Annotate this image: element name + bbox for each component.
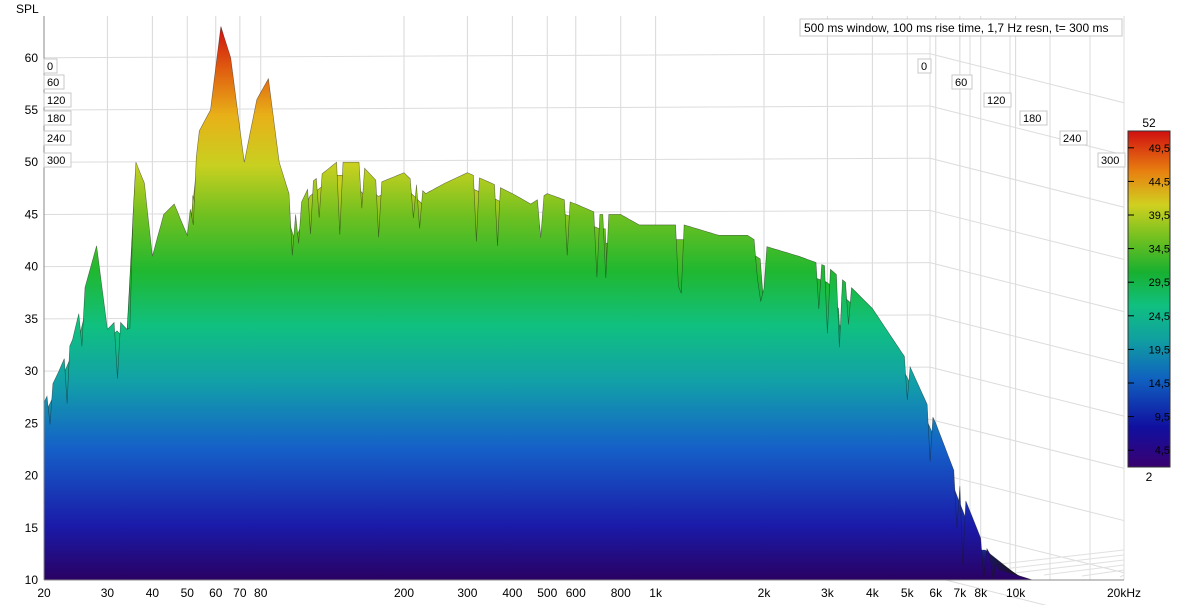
- x-tick-label-21: 10k: [1006, 586, 1026, 600]
- colorbar-tick-label-8: 9,5: [1155, 412, 1170, 424]
- time-label-left-2: 120: [47, 95, 65, 107]
- y-tick-label-5: 35: [25, 312, 39, 326]
- colorbar-bottom-label: 2: [1146, 470, 1153, 484]
- x-tick-label-12: 800: [611, 586, 631, 600]
- info-text: 500 ms window, 100 ms rise time, 1,7 Hz …: [804, 21, 1108, 35]
- x-tick-label-20: 8k: [974, 586, 988, 600]
- x-tick-label-9: 400: [502, 586, 522, 600]
- x-tick-label-17: 5k: [901, 586, 915, 600]
- y-tick-label-9: 55: [25, 103, 39, 117]
- colorbar-tick-label-0: 49,5: [1149, 143, 1170, 155]
- y-tick-label-2: 20: [25, 469, 39, 483]
- time-label-left-0: 0: [47, 61, 53, 73]
- colorbar-tick-label-9: 4,5: [1155, 445, 1170, 457]
- time-label-right-1: 60: [955, 77, 967, 89]
- y-tick-label-3: 25: [25, 416, 39, 430]
- time-label-left-1: 60: [47, 77, 59, 89]
- x-tick-label-5: 70: [233, 586, 247, 600]
- x-tick-label-14: 2k: [758, 586, 772, 600]
- x-tick-label-1: 30: [101, 586, 115, 600]
- x-tick-label-19: 7k: [954, 586, 968, 600]
- x-tick-label-22: 20kHz: [1107, 586, 1141, 600]
- colorbar-tick-label-6: 19,5: [1149, 344, 1170, 356]
- colorbar-tick-label-1: 44,5: [1149, 176, 1170, 188]
- colorbar-tick-label-4: 29,5: [1149, 277, 1170, 289]
- colorbar-top-label: 52: [1142, 116, 1156, 130]
- y-tick-label-7: 45: [25, 207, 39, 221]
- colorbar: 52 2 49,5 44,5 39,5 34,5 29,5 24,5 19,5 14,5 9,5…: [1127, 116, 1171, 484]
- y-tick-label-6: 40: [25, 260, 39, 274]
- x-tick-label-13: 1k: [649, 586, 663, 600]
- x-tick-label-2: 40: [146, 586, 160, 600]
- x-tick-label-10: 500: [537, 586, 557, 600]
- y-axis-label: SPL: [16, 2, 39, 16]
- y-tick-label-10: 60: [25, 51, 39, 65]
- colorbar-tick-label-5: 24,5: [1149, 311, 1170, 323]
- colorbar-tick-label-3: 34,5: [1149, 244, 1170, 256]
- y-tick-label-4: 30: [25, 364, 39, 378]
- x-tick-label-11: 600: [566, 586, 586, 600]
- time-label-left-4: 240: [47, 133, 65, 145]
- y-tick-label-1: 15: [25, 521, 39, 535]
- x-tick-label-15: 3k: [821, 586, 835, 600]
- x-tick-label-18: 6k: [929, 586, 943, 600]
- x-tick-label-0: 20: [37, 586, 51, 600]
- x-tick-label-6: 80: [254, 586, 268, 600]
- chart-svg: 20 30 40 50 60 70 80 200 300 400 500 600 800 1k 2k 3k 4k…: [0, 0, 1200, 610]
- x-tick-label-7: 200: [394, 586, 414, 600]
- time-label-left-3: 180: [47, 113, 65, 125]
- x-tick-label-16: 4k: [866, 586, 880, 600]
- time-label-left-5: 300: [47, 155, 65, 167]
- time-label-right-0: 0: [921, 61, 927, 73]
- time-label-right-4: 240: [1063, 133, 1081, 145]
- x-tick-label-4: 60: [209, 586, 223, 600]
- info-box: 500 ms window, 100 ms rise time, 1,7 Hz …: [799, 18, 1123, 37]
- y-tick-label-8: 50: [25, 155, 39, 169]
- x-tick-label-3: 50: [181, 586, 195, 600]
- time-label-right-2: 120: [987, 95, 1005, 107]
- colorbar-tick-label-2: 39,5: [1149, 210, 1170, 222]
- time-label-right-5: 300: [1101, 155, 1119, 167]
- colorbar-tick-label-7: 14,5: [1149, 378, 1170, 390]
- waterfall-plot: 20 30 40 50 60 70 80 200 300 400 500 600 800 1k 2k 3k 4k…: [0, 0, 1200, 610]
- x-tick-label-8: 300: [457, 586, 477, 600]
- y-tick-label-0: 10: [25, 573, 39, 587]
- time-label-right-3: 180: [1023, 113, 1041, 125]
